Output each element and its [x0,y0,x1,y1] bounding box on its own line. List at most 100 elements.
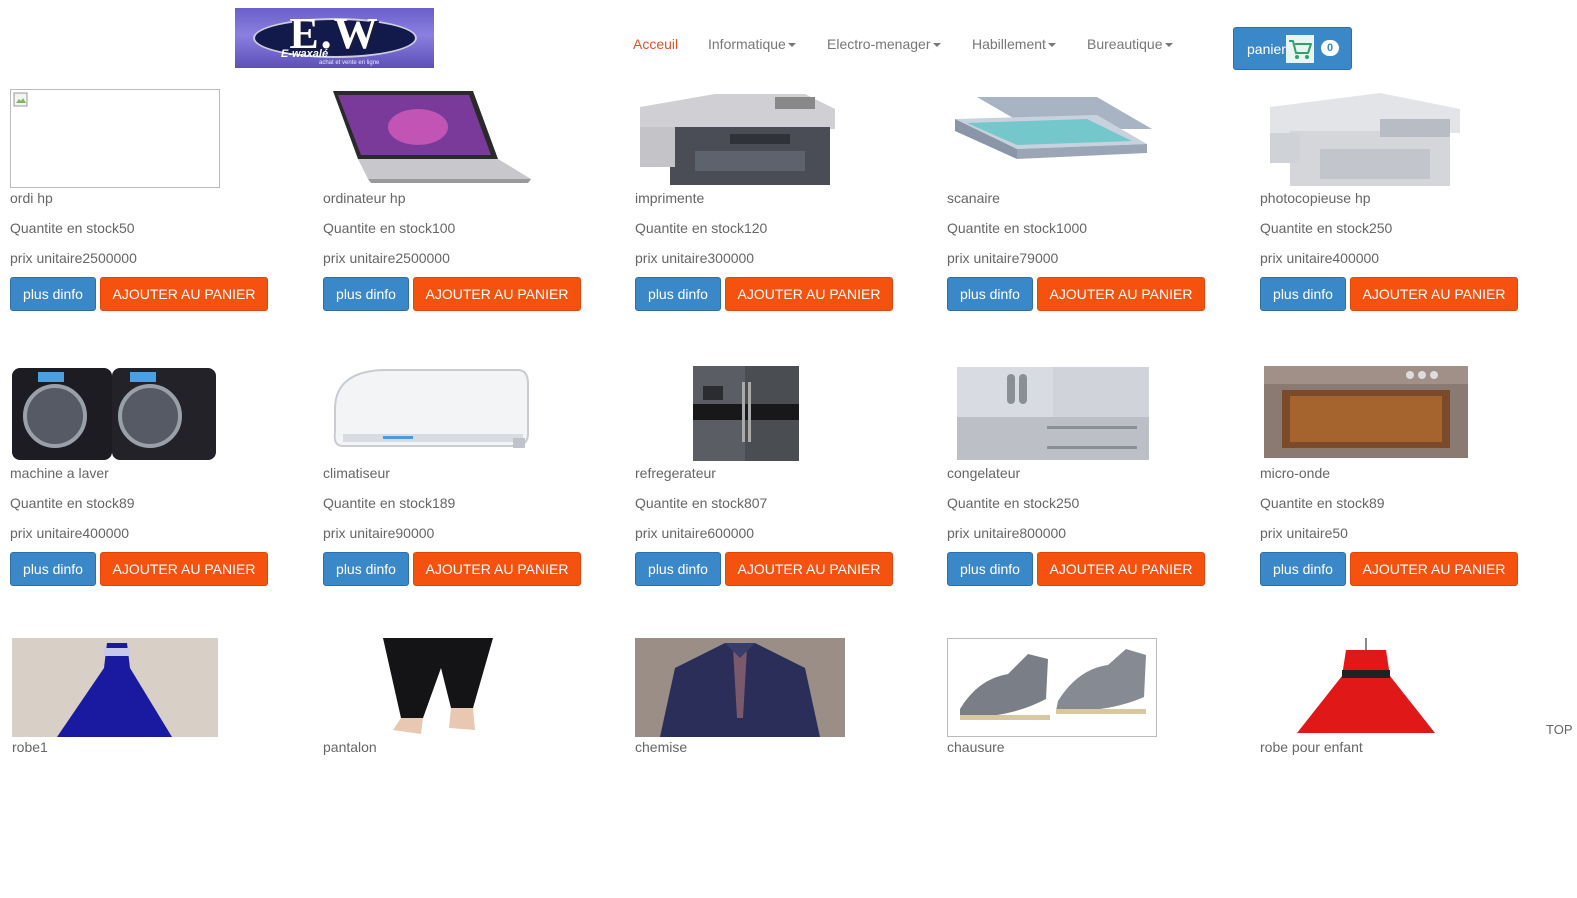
add-to-cart-button[interactable]: AJOUTER AU PANIER [413,277,581,311]
product-price: prix unitaire800000 [947,525,1067,541]
add-to-cart-button[interactable]: AJOUTER AU PANIER [1350,277,1518,311]
scanner-image[interactable] [947,89,1157,188]
logo-tagline: achat et vente en ligne [319,60,380,66]
product-stock: Quantite en stock120 [635,220,768,236]
product-stock: Quantite en stock89 [10,495,135,511]
product-name: congelateur [947,465,1021,481]
add-to-cart-button[interactable]: AJOUTER AU PANIER [1350,552,1518,586]
product-name: micro-onde [1260,465,1331,481]
more-info-button[interactable]: plus dinfo [1260,277,1346,311]
add-to-cart-button[interactable]: AJOUTER AU PANIER [725,277,893,311]
product-card: scanaire Quantite en stock1000 prix unit… [947,89,1247,349]
nav-electro-menager[interactable]: Electro-menager [827,36,941,52]
dress-image[interactable] [12,638,218,737]
product-price: prix unitaire50 [1260,525,1348,541]
product-card: machine a laver Quantite en stock89 prix… [10,364,310,624]
cart-count-badge: 0 [1321,40,1339,56]
more-info-button[interactable]: plus dinfo [10,552,96,586]
product-stock: Quantite en stock807 [635,495,768,511]
product-price: prix unitaire600000 [635,525,755,541]
product-card: robe pour enfant [1260,638,1560,898]
broken-image-icon[interactable] [10,89,220,188]
product-name: photocopieuse hp [1260,190,1371,206]
add-to-cart-button[interactable]: AJOUTER AU PANIER [1037,277,1205,311]
add-to-cart-button[interactable]: AJOUTER AU PANIER [100,552,268,586]
caret-down-icon [1047,43,1056,48]
air-conditioner-image[interactable] [323,364,533,463]
copier-image[interactable] [1260,89,1470,188]
product-card: pantalon [323,638,623,898]
printer-image[interactable] [635,89,845,188]
nav-bureautique[interactable]: Bureautique [1087,36,1173,52]
product-price: prix unitaire2500000 [10,250,137,266]
pants-image[interactable] [323,638,533,737]
nav-informatique[interactable]: Informatique [708,36,796,52]
product-card: micro-onde Quantite en stock89 prix unit… [1260,364,1560,624]
product-card: robe1 [12,638,312,898]
add-to-cart-button[interactable]: AJOUTER AU PANIER [100,277,268,311]
shopping-cart-icon [1286,35,1314,63]
logo-letters: E.W [289,9,380,58]
more-info-button[interactable]: plus dinfo [947,552,1033,586]
cart-button[interactable]: panier 0 [1233,27,1352,70]
product-price: prix unitaire400000 [10,525,130,541]
more-info-button[interactable]: plus dinfo [10,277,96,311]
product-stock: Quantite en stock1000 [947,220,1088,236]
microwave-image[interactable] [1260,364,1470,463]
caret-down-icon [787,43,796,48]
back-to-top-link[interactable]: TOP [1546,722,1573,737]
product-price: prix unitaire400000 [1260,250,1380,266]
product-card: chausure [947,638,1247,898]
product-name: climatiseur [323,465,390,481]
add-to-cart-button[interactable]: AJOUTER AU PANIER [725,552,893,586]
product-stock: Quantite en stock50 [10,220,135,236]
kids-dress-image[interactable] [1260,638,1472,737]
more-info-button[interactable]: plus dinfo [635,552,721,586]
nav-habillement[interactable]: Habillement [972,36,1056,52]
add-to-cart-button[interactable]: AJOUTER AU PANIER [1037,552,1205,586]
product-name: ordinateur hp [323,190,406,206]
product-stock: Quantite en stock100 [323,220,456,236]
product-name: refregerateur [635,465,716,481]
nav-label: Electro-menager [827,36,931,52]
product-card: refregerateur Quantite en stock807 prix … [635,364,935,624]
product-name: scanaire [947,190,1000,206]
product-price: prix unitaire300000 [635,250,755,266]
product-card: chemise [635,638,935,898]
product-card: ordinateur hp Quantite en stock100 prix … [323,89,623,349]
shirt-image[interactable] [635,638,845,737]
washing-machine-image[interactable] [10,364,220,463]
product-stock: Quantite en stock89 [1260,495,1385,511]
add-to-cart-button[interactable]: AJOUTER AU PANIER [413,552,581,586]
more-info-button[interactable]: plus dinfo [947,277,1033,311]
cart-label: panier [1247,41,1286,57]
nav-label: Bureautique [1087,36,1163,52]
freezer-image[interactable] [947,364,1157,463]
caret-down-icon [932,43,941,48]
logo-subtitle: E-waxalé [281,48,329,60]
more-info-button[interactable]: plus dinfo [1260,552,1346,586]
nav-label: Informatique [708,36,786,52]
shoes-image[interactable] [947,638,1157,737]
product-stock: Quantite en stock189 [323,495,456,511]
caret-down-icon [1164,43,1173,48]
product-price: prix unitaire2500000 [323,250,450,266]
more-info-button[interactable]: plus dinfo [635,277,721,311]
product-card: photocopieuse hp Quantite en stock250 pr… [1260,89,1560,349]
product-name: ordi hp [10,190,53,206]
more-info-button[interactable]: plus dinfo [323,277,409,311]
product-card: congelateur Quantite en stock250 prix un… [947,364,1247,624]
nav-label: Habillement [972,36,1046,52]
nav-accueil[interactable]: Acceuil [633,36,678,52]
more-info-button[interactable]: plus dinfo [323,552,409,586]
laptop-image[interactable] [323,89,533,188]
product-name: machine a laver [10,465,109,481]
nav-label: Acceuil [633,36,679,52]
product-card: imprimente Quantite en stock120 prix uni… [635,89,935,349]
product-card: climatiseur Quantite en stock189 prix un… [323,364,623,624]
refrigerator-image[interactable] [635,364,845,463]
product-card: ordi hp Quantite en stock50 prix unitair… [10,89,310,349]
product-stock: Quantite en stock250 [1260,220,1393,236]
site-logo[interactable]: E.W E-waxalé achat et vente en ligne [235,8,434,68]
product-price: prix unitaire90000 [323,525,435,541]
